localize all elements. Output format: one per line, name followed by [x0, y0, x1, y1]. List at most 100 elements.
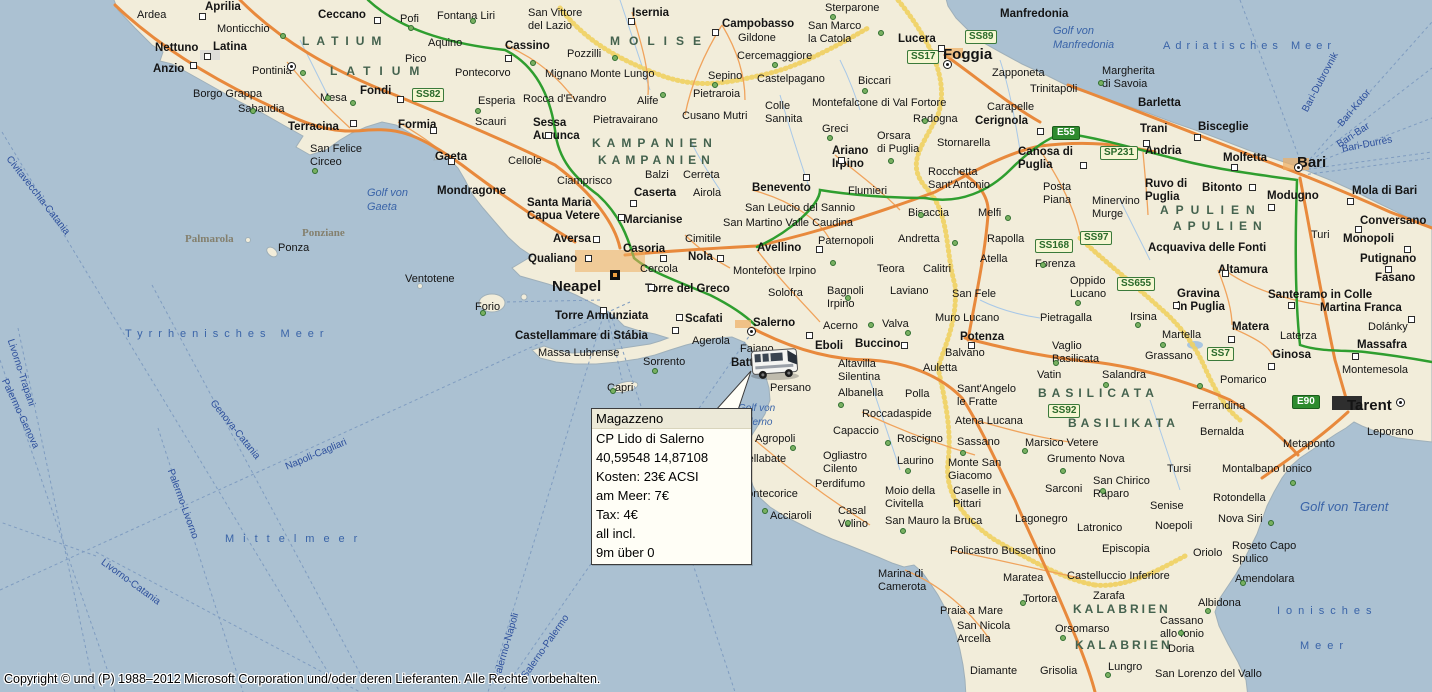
village-dot-marker: [610, 388, 616, 394]
city-label: Vatin: [1037, 369, 1061, 382]
city-label: Rapolla: [987, 233, 1024, 246]
city-label: Acquaviva delle Fonti: [1148, 242, 1266, 255]
city-label: Sarconi: [1045, 483, 1082, 496]
town-square-marker: [968, 342, 975, 349]
city-label: San Nicola Arcella: [957, 620, 1010, 646]
ferry-route-label: Genova-Catania: [208, 398, 262, 462]
region-label: LATIUM: [330, 64, 428, 78]
city-circle-marker: [1396, 398, 1405, 407]
road-shield: SS82: [412, 88, 444, 102]
city-label: Episcopia: [1102, 543, 1150, 556]
town-square-marker: [1228, 336, 1235, 343]
town-square-marker: [585, 255, 592, 262]
road-shield: SP231: [1100, 146, 1138, 160]
region-label: LATIUM: [302, 34, 388, 48]
city-label: Borgo Grappa: [193, 88, 262, 101]
village-dot-marker: [1268, 520, 1274, 526]
town-square-marker: [1143, 140, 1150, 147]
city-label: San Martino Valle Caudina: [723, 217, 853, 230]
city-label: Minervino Murge: [1092, 195, 1140, 221]
tooltip-line: CP Lido di Salerno: [592, 429, 751, 448]
city-label: Atella: [980, 253, 1008, 266]
city-label: Martella: [1162, 329, 1201, 342]
tooltip-body: CP Lido di Salerno40,59548 14,87108Koste…: [592, 429, 751, 562]
city-label: Albidona: [1198, 597, 1241, 610]
city-label: Caselle in Pittari: [953, 485, 1001, 511]
town-square-marker: [838, 157, 845, 164]
village-dot-marker: [862, 88, 868, 94]
town-square-marker: [1288, 302, 1295, 309]
city-label: Ogliastro Cilento: [823, 450, 867, 476]
town-square-marker: [593, 236, 600, 243]
town-square-marker: [712, 29, 719, 36]
sea-label: Tyrrhenisches Meer: [125, 328, 330, 340]
city-label: Matera: [1232, 321, 1269, 334]
village-dot-marker: [1060, 635, 1066, 641]
town-square-marker: [628, 18, 635, 25]
village-dot-marker: [1160, 342, 1166, 348]
city-label: Pomarico: [1220, 374, 1266, 387]
city-label: Neapel: [552, 279, 601, 295]
tooltip-line: 9m über 0: [592, 543, 751, 562]
city-circle-marker: [747, 327, 756, 336]
city-label: Capaccio: [833, 425, 879, 438]
city-label: Colle Sannita: [765, 100, 802, 126]
village-dot-marker: [470, 18, 476, 24]
city-label: Tarent: [1347, 398, 1392, 414]
city-label: Isernia: [632, 7, 669, 20]
town-square-marker: [545, 132, 552, 139]
city-label: Salerno: [753, 317, 795, 330]
city-label: Bisceglie: [1198, 121, 1249, 134]
city-label: Noepoli: [1155, 520, 1192, 533]
town-square-marker: [1408, 316, 1415, 323]
city-label: Muro Lucano: [935, 312, 999, 325]
city-label: Roseto Capo Spulico: [1232, 540, 1296, 566]
region-label: APULIEN: [1160, 203, 1262, 217]
road-shield: SS7: [1207, 347, 1234, 361]
city-label: Sassano: [957, 436, 1000, 449]
city-label: Castellammare di Stábia: [515, 330, 648, 343]
ferry-route-label: Palermo-Napoli: [492, 612, 522, 681]
town-square-marker: [505, 55, 512, 62]
city-label: Rocca d'Evandro: [523, 93, 606, 106]
city-label: Stornarella: [937, 137, 990, 150]
city-label: Rotondella: [1213, 492, 1266, 505]
city-label: Cercola: [640, 263, 678, 276]
city-label: Molfetta: [1223, 152, 1267, 165]
city-label: Cellole: [508, 155, 542, 168]
village-dot-marker: [712, 82, 718, 88]
gulf-label: Golf von Manfredonia: [1053, 24, 1114, 52]
city-label: Gildone: [738, 32, 776, 45]
city-label: Sant'Angelo le Fratte: [957, 383, 1016, 409]
city-label: Margherita di Savoia: [1102, 65, 1155, 91]
city-label: Latronico: [1077, 522, 1122, 535]
city-label: Fondi: [360, 85, 391, 98]
village-dot-marker: [250, 108, 256, 114]
village-dot-marker: [1040, 262, 1046, 268]
village-dot-marker: [1098, 80, 1104, 86]
village-dot-marker: [475, 108, 481, 114]
city-label: Mondragone: [437, 185, 506, 198]
city-label: Gravina in Puglia: [1177, 288, 1225, 314]
village-dot-marker: [922, 118, 928, 124]
island-label: Palmarola: [185, 233, 234, 245]
map-canvas[interactable]: ArdeaApriliaMonticchioCeccanoPofiFontana…: [0, 0, 1432, 692]
city-label: Marina di Camerota: [878, 568, 926, 594]
city-circle-marker: [943, 60, 952, 69]
city-label: Grumento Nova: [1047, 453, 1125, 466]
city-label: Avellino: [757, 242, 801, 255]
city-label: Monopoli: [1343, 233, 1394, 246]
city-label: Sepino: [708, 70, 742, 83]
village-dot-marker: [1005, 215, 1011, 221]
city-label: Altavilla Silentina: [838, 358, 880, 384]
tooltip-line: Kosten: 23€ ACSI: [592, 467, 751, 486]
village-dot-marker: [1240, 580, 1246, 586]
sea-label: Adriatisches Meer: [1163, 40, 1336, 52]
town-square-marker: [397, 96, 404, 103]
city-label: San Mauro la Bruca: [885, 515, 982, 528]
road-shield: SS17: [907, 50, 939, 64]
town-square-marker: [676, 314, 683, 321]
village-dot-marker: [300, 70, 306, 76]
city-label: Aversa: [553, 233, 591, 246]
city-label: Calitri: [923, 263, 951, 276]
